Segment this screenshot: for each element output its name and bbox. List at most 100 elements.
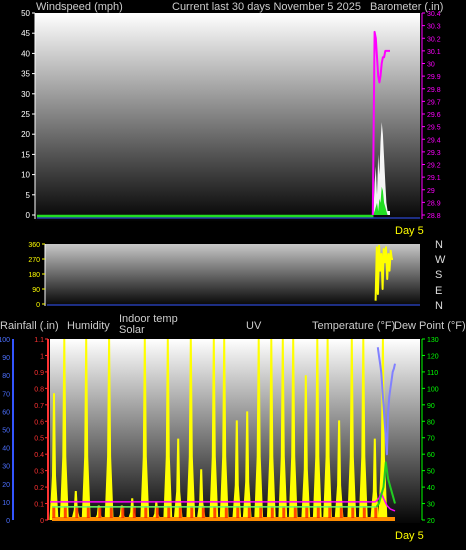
rainfall-tick-label: 0.9	[34, 370, 44, 377]
barometer-tick-label: 29.6	[427, 112, 441, 119]
direction-tick-label: 270	[28, 257, 40, 264]
dew-point-axis-title: Dew Point (°F)	[394, 320, 466, 332]
rainfall-daily-bar	[155, 506, 159, 518]
temperature-tick-label: 120	[427, 353, 439, 360]
barometer-tick-label: 29.8	[427, 87, 441, 94]
compass-label-w: W	[435, 254, 446, 266]
rainfall-daily-bar	[328, 506, 332, 518]
rainfall-daily-bar	[339, 506, 343, 518]
rainfall-daily-bar	[63, 506, 67, 518]
temperature-tick-label: 90	[427, 403, 435, 410]
barometer-tick-label: 30.2	[427, 36, 441, 43]
barometer-tick-label: 28.9	[427, 200, 441, 207]
barometer-tick-label: 28.8	[427, 213, 441, 220]
rainfall-daily-bar	[190, 506, 194, 518]
windspeed-tick-label: 20	[21, 130, 30, 139]
rainfall-daily-bar	[201, 506, 205, 518]
solar-axis-title: Solar	[119, 324, 145, 336]
rainfall-daily-bar	[167, 506, 171, 518]
windspeed-tick-label: 15	[21, 150, 30, 159]
compass-label-e: E	[435, 285, 442, 297]
temperature-tick-label: 40	[427, 485, 435, 492]
humidity-tick-label: 10	[2, 500, 10, 507]
humidity-tick-label: 80	[2, 373, 10, 380]
humidity-tick-label: 20	[2, 482, 10, 489]
windspeed-tick-label: 5	[26, 191, 31, 200]
rainfall-tick-label: 0.5	[34, 436, 44, 443]
rainfall-daily-bar	[132, 506, 136, 518]
rainfall-daily-bar	[374, 506, 378, 518]
barometer-tick-label: 29	[427, 188, 435, 195]
barometer-tick-label: 30.3	[427, 24, 441, 31]
direction-tick-label: 90	[32, 287, 40, 294]
temperature-tick-label: 50	[427, 469, 435, 476]
temperature-tick-label: 20	[427, 518, 435, 525]
temperature-tick-label: 60	[427, 452, 435, 459]
temperature-tick-label: 110	[427, 370, 438, 377]
rainfall-tick-label: 0.2	[34, 485, 44, 492]
rainfall-daily-bar	[293, 506, 297, 518]
rainfall-daily-bar	[351, 506, 355, 518]
day-label-bottom: Day 5	[395, 530, 424, 542]
rainfall-daily-bar	[75, 506, 79, 518]
temperature-tick-label: 80	[427, 419, 435, 426]
rainfall-daily-bar	[86, 506, 90, 518]
humidity-tick-label: 0	[6, 518, 10, 525]
humidity-tick-label: 90	[2, 355, 10, 362]
rainfall-daily-bar	[144, 506, 148, 518]
barometer-tick-label: 29.4	[427, 137, 441, 144]
temperature-tick-label: 100	[427, 386, 439, 393]
rainfall-tick-label: 1	[40, 353, 44, 360]
direction-tick-label: 180	[28, 272, 40, 279]
rainfall-daily-bar	[247, 506, 251, 518]
humidity-axis-title: Humidity	[67, 320, 110, 332]
rainfall-daily-bar	[52, 506, 56, 518]
rainfall-daily-bar	[305, 506, 309, 518]
rainfall-daily-bar	[224, 506, 228, 518]
humidity-tick-label: 30	[2, 464, 10, 471]
barometer-tick-label: 29.3	[427, 150, 441, 157]
rainfall-daily-bar	[236, 506, 240, 518]
windspeed-tick-label: 30	[21, 90, 30, 99]
rainfall-axis-title: Rainfall (.in)	[0, 320, 59, 332]
rainfall-tick-label: 0.8	[34, 386, 44, 393]
barometer-tick-label: 30	[427, 62, 435, 69]
weather-chart: Windspeed (mph) Current last 30 days Nov…	[0, 1, 466, 542]
barometer-tick-label: 30.1	[427, 49, 441, 56]
wind-panel-background	[35, 13, 420, 221]
windspeed-tick-label: 0	[26, 211, 31, 220]
direction-tick-label: 360	[28, 242, 40, 249]
rainfall-tick-label: 0	[40, 518, 44, 525]
rainfall-daily-bar	[282, 506, 286, 518]
windspeed-tick-label: 25	[21, 110, 30, 119]
rainfall-tick-label: 0.4	[34, 452, 44, 459]
windspeed-tick-label: 45	[21, 29, 30, 38]
humidity-tick-label: 50	[2, 428, 10, 435]
barometer-tick-label: 29.9	[427, 74, 441, 81]
rainfall-tick-label: 1.1	[34, 337, 44, 344]
temperature-tick-label: 30	[427, 502, 435, 509]
humidity-tick-label: 100	[0, 337, 10, 344]
windspeed-tick-label: 35	[21, 70, 30, 79]
windspeed-axis-title: Windspeed (mph)	[36, 1, 123, 13]
temperature-axis-title: Temperature (°F)	[312, 320, 395, 332]
direction-tick-label: 0	[36, 302, 40, 309]
uv-axis-title: UV	[246, 320, 262, 332]
rainfall-daily-bar	[213, 506, 217, 518]
rainfall-daily-bar	[362, 506, 366, 518]
barometer-tick-label: 29.5	[427, 125, 441, 132]
rainfall-daily-bar	[98, 506, 102, 518]
rainfall-tick-label: 0.6	[34, 419, 44, 426]
windspeed-tick-label: 10	[21, 171, 30, 180]
barometer-tick-label: 30.4	[427, 11, 441, 18]
rainfall-daily-bar	[316, 506, 320, 518]
day-label-top: Day 5	[395, 225, 424, 237]
windspeed-tick-label: 50	[21, 9, 30, 18]
rainfall-series	[52, 517, 395, 521]
compass-label-s: S	[435, 269, 442, 281]
rainfall-daily-bar	[121, 506, 125, 518]
temperature-tick-label: 130	[427, 337, 439, 344]
humidity-tick-label: 40	[2, 446, 10, 453]
rainfall-tick-label: 0.1	[34, 502, 44, 509]
humidity-tick-label: 60	[2, 409, 10, 416]
